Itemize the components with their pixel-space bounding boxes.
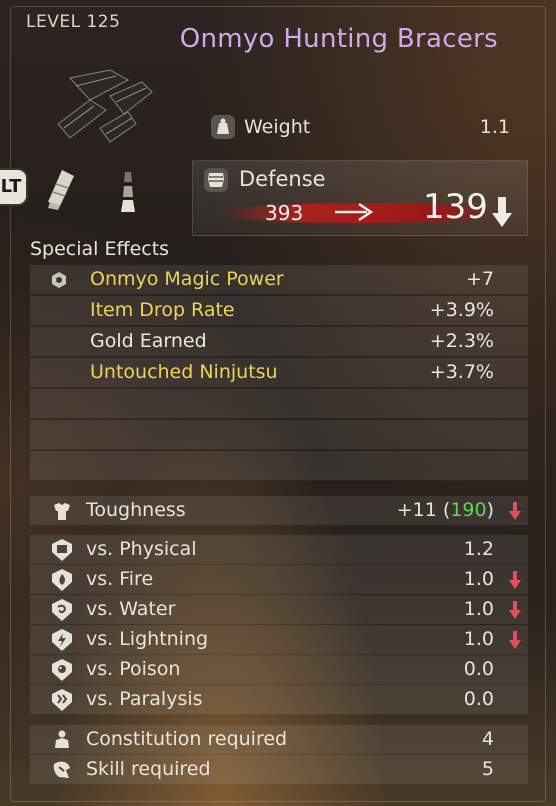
lt-button-badge[interactable]: LT (0, 170, 26, 204)
requirement-label: Constitution required (86, 728, 288, 750)
fire-resistance-icon (52, 569, 72, 591)
decrease-arrow-icon (509, 502, 521, 520)
effect-name: Item Drop Rate (90, 299, 235, 321)
requirement-value: 4 (481, 728, 494, 750)
resistance-label: vs. Physical (86, 538, 197, 560)
toughness-value: +11 (190) (396, 499, 494, 521)
defense-label: Defense (239, 167, 326, 191)
defense-icon (204, 168, 228, 192)
effect-name: Onmyo Magic Power (90, 268, 284, 290)
arm-slot-icon (48, 170, 74, 210)
resistance-row-lightning: vs. Lightning 1.0 (30, 625, 528, 654)
rarity-pips-icon (121, 172, 135, 212)
effect-row: Item Drop Rate +3.9% (30, 296, 528, 326)
resistance-value: 0.0 (463, 688, 494, 710)
constitution-icon (55, 730, 69, 748)
resistance-label: vs. Fire (86, 568, 154, 590)
resistance-label: vs. Poison (86, 658, 181, 680)
toughness-label: Toughness (86, 499, 186, 521)
decrease-arrow-icon (509, 601, 521, 619)
resistance-label: vs. Paralysis (86, 688, 203, 710)
bracers-item-image (57, 69, 153, 143)
effect-row: Untouched Ninjutsu +3.7% (30, 358, 528, 388)
requirement-value: 5 (481, 758, 494, 780)
resistance-row-water: vs. Water 1.0 (30, 595, 528, 624)
skill-icon (53, 761, 70, 778)
resistance-value: 0.0 (463, 658, 494, 680)
effect-value: +7 (465, 268, 494, 290)
defense-comparison: Defense 393 139 (192, 160, 528, 236)
effect-name: Gold Earned (90, 330, 207, 352)
decrease-arrow-icon (492, 197, 512, 227)
lightning-resistance-icon (52, 629, 72, 651)
resistance-row-paralysis: vs. Paralysis 0.0 (30, 685, 528, 714)
special-effects-list: Onmyo Magic Power +7 Item Drop Rate +3.9… (30, 265, 528, 482)
physical-resistance-icon (52, 539, 72, 561)
effect-name: Untouched Ninjutsu (90, 361, 278, 383)
defense-old-value: 393 (265, 201, 304, 225)
weight-label: Weight (244, 116, 311, 138)
toughness-bonus: +11 (396, 499, 437, 521)
toughness-icon (54, 503, 70, 520)
onmyo-gear-icon (52, 272, 66, 288)
resistance-value: 1.2 (463, 538, 494, 560)
arrow-right-icon (335, 202, 374, 222)
requirement-row-constitution: Constitution required 4 (30, 725, 528, 754)
water-resistance-icon (52, 599, 72, 621)
toughness-row: Toughness +11 (190) (30, 496, 528, 525)
resistance-row-physical: vs. Physical 1.2 (30, 535, 528, 564)
item-level: LEVEL 125 (26, 12, 121, 32)
decrease-arrow-icon (509, 631, 521, 649)
empty-effect-row (30, 420, 528, 450)
item-name: Onmyo Hunting Bracers (179, 24, 498, 54)
paralysis-resistance-icon (52, 689, 72, 711)
effect-value: +3.9% (429, 299, 494, 321)
defense-new-value: 139 (423, 187, 488, 227)
special-effects-title: Special Effects (30, 238, 170, 260)
resistance-row-poison: vs. Poison 0.0 (30, 655, 528, 684)
effect-row: Onmyo Magic Power +7 (30, 265, 528, 295)
requirement-label: Skill required (86, 758, 211, 780)
weight-row: Weight 1.1 (210, 112, 520, 144)
empty-effect-row (30, 389, 528, 419)
poison-resistance-icon (52, 659, 72, 681)
stats-list: Toughness +11 (190) vs. Physical 1.2 vs.… (30, 496, 528, 785)
effect-value: +2.3% (429, 330, 494, 352)
resistance-value: 1.0 (463, 568, 494, 590)
resistance-row-fire: vs. Fire 1.0 (30, 565, 528, 594)
resistance-value: 1.0 (463, 628, 494, 650)
decrease-arrow-icon (509, 571, 521, 589)
effect-value: +3.7% (429, 361, 494, 383)
effect-row: Gold Earned +2.3% (30, 327, 528, 357)
empty-effect-row (30, 451, 528, 481)
toughness-total: 190 (450, 499, 487, 521)
resistance-label: vs. Water (86, 598, 176, 620)
resistance-label: vs. Lightning (86, 628, 209, 650)
requirement-row-skill: Skill required 5 (30, 755, 528, 784)
weight-icon (211, 115, 235, 139)
resistance-value: 1.0 (463, 598, 494, 620)
weight-value: 1.1 (479, 116, 510, 138)
